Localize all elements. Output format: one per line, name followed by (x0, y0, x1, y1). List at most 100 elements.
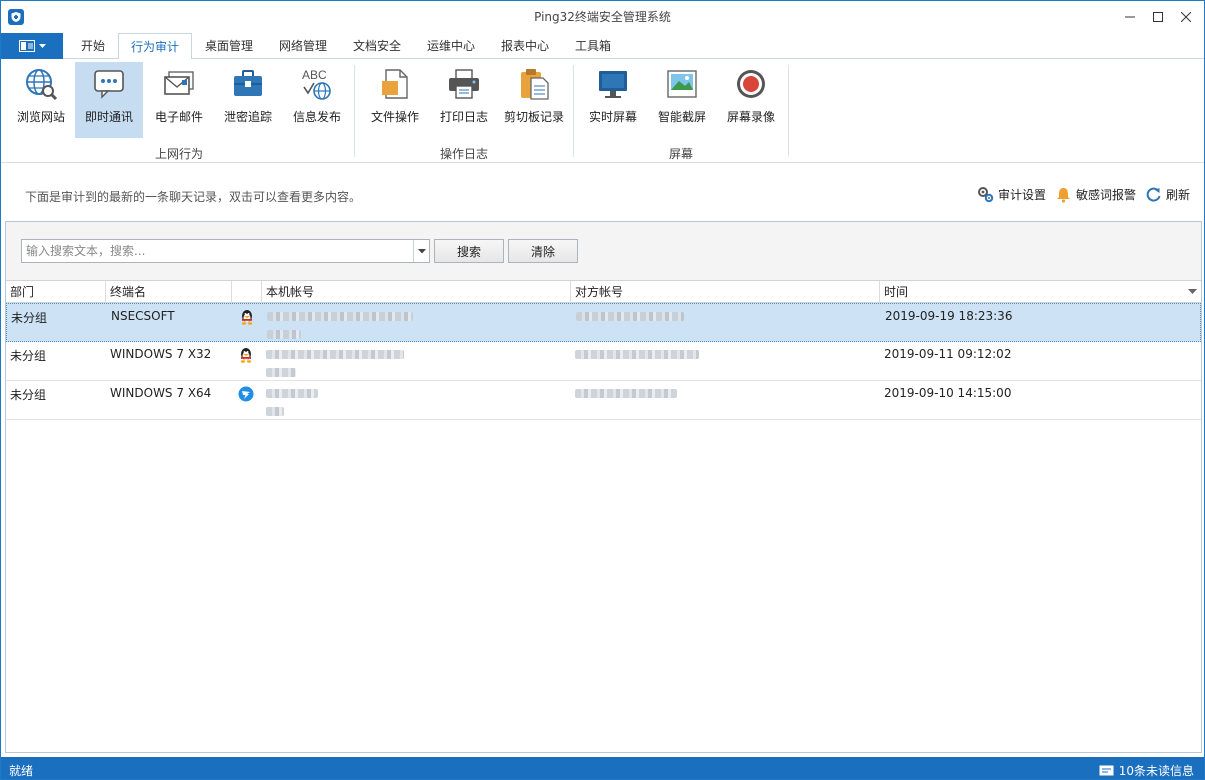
ribbon-panel: 浏览网站 即时通讯 电子邮件 泄密追踪 ABC 信息发布 上网行为 文件操作 打… (1, 59, 1204, 163)
column-header-terminal[interactable]: 终端名 (106, 281, 232, 303)
redacted-peer-account (575, 389, 677, 398)
refresh-button[interactable]: 刷新 (1145, 184, 1190, 204)
search-combobox[interactable] (21, 239, 430, 263)
audit-settings-label: 审计设置 (998, 187, 1047, 202)
tab-start[interactable]: 开始 (71, 33, 115, 59)
search-button[interactable]: 搜索 (434, 239, 504, 263)
group-label-screen: 屏幕 (668, 147, 693, 161)
clipboard-record-button[interactable]: 剪切板记录 (499, 62, 569, 138)
audit-settings-button[interactable]: 审计设置 (977, 184, 1046, 204)
browse-website-button[interactable]: 浏览网站 (7, 62, 75, 138)
column-header-time[interactable]: 时间 (880, 281, 1201, 303)
cell-department: 未分组 (10, 388, 47, 402)
clipboard-icon (516, 66, 552, 102)
redacted-local-account (266, 407, 284, 416)
minimize-button[interactable] (1116, 5, 1144, 29)
tab-behavior-audit[interactable]: 行为审计 (118, 33, 192, 60)
printer-icon (446, 66, 482, 102)
column-header-time-label: 时间 (884, 285, 909, 299)
cell-terminal: NSECSOFT (111, 309, 175, 323)
record-icon (733, 66, 769, 102)
svg-text:ABC: ABC (302, 68, 327, 82)
print-log-button[interactable]: 打印日志 (430, 62, 498, 138)
instant-messaging-button[interactable]: 即时通讯 (75, 62, 143, 138)
file-operations-label: 文件操作 (370, 110, 419, 124)
redacted-local-account (266, 350, 404, 359)
smart-screenshot-label: 智能截屏 (657, 110, 706, 124)
cell-department: 未分组 (10, 349, 47, 363)
group-label-web-behavior: 上网行为 (154, 147, 203, 161)
file-icon (377, 66, 413, 102)
browse-website-label: 浏览网站 (16, 110, 65, 124)
status-bar: 就绪 10条未读信息 (1, 757, 1204, 779)
app-menu-button[interactable] (1, 33, 63, 59)
smart-screenshot-button[interactable]: 智能截屏 (648, 62, 716, 138)
screen-recording-label: 屏幕录像 (726, 110, 775, 124)
email-button[interactable]: 电子邮件 (145, 62, 213, 138)
chat-bubble-icon (91, 66, 127, 102)
table-header: 部门 终端名 本机帐号 对方帐号 时间 (6, 281, 1201, 303)
info-publish-button[interactable]: ABC 信息发布 (283, 62, 351, 138)
clipboard-record-label: 剪切板记录 (503, 110, 564, 124)
refresh-icon (1146, 187, 1161, 202)
clear-button[interactable]: 清除 (508, 239, 578, 263)
unread-messages-button[interactable]: 10条未读信息 (1099, 762, 1194, 779)
abc-globe-icon: ABC (299, 66, 335, 102)
info-bar: 下面是审计到的最新的一条聊天记录，双击可以查看更多内容。 审计设置 敏感词报警 … (1, 163, 1204, 219)
tab-desktop-management[interactable]: 桌面管理 (195, 33, 263, 59)
tab-report-center[interactable]: 报表中心 (491, 33, 559, 59)
search-dropdown-button[interactable] (413, 240, 429, 262)
unread-messages-label: 10条未读信息 (1118, 764, 1194, 778)
cell-time: 2019-09-19 18:23:36 (885, 309, 1013, 323)
leak-tracking-button[interactable]: 泄密追踪 (214, 62, 282, 138)
window-title: Ping32终端安全管理系统 (534, 10, 671, 24)
info-hint-text: 下面是审计到的最新的一条聊天记录，双击可以查看更多内容。 (25, 190, 362, 204)
dingtalk-icon (238, 386, 254, 402)
info-publish-label: 信息发布 (292, 110, 341, 124)
email-label: 电子邮件 (154, 110, 203, 124)
message-icon (1099, 765, 1114, 776)
app-window: Ping32终端安全管理系统 开始 行为审计 桌面管理 网络管理 文档安全 运维… (0, 0, 1205, 780)
tab-ops-center[interactable]: 运维中心 (417, 33, 485, 59)
realtime-screen-button[interactable]: 实时屏幕 (579, 62, 647, 138)
column-header-department[interactable]: 部门 (6, 281, 106, 303)
redacted-local-account (266, 368, 296, 377)
status-ready-text: 就绪 (9, 764, 34, 778)
title-bar[interactable]: Ping32终端安全管理系统 (1, 1, 1204, 33)
column-header-app[interactable] (232, 281, 262, 303)
tab-document-security[interactable]: 文档安全 (343, 33, 411, 59)
redacted-local-account (267, 312, 413, 321)
ribbon-tabs: 开始 行为审计 桌面管理 网络管理 文档安全 运维中心 报表中心 工具箱 (1, 33, 1204, 60)
chevron-down-icon (417, 248, 426, 253)
column-header-peer-account[interactable]: 对方帐号 (571, 281, 880, 303)
file-operations-button[interactable]: 文件操作 (361, 62, 429, 138)
sensitive-word-alert-button[interactable]: 敏感词报警 (1055, 184, 1136, 204)
monitor-icon (595, 66, 631, 102)
realtime-screen-label: 实时屏幕 (588, 110, 637, 124)
screen-recording-button[interactable]: 屏幕录像 (717, 62, 785, 138)
globe-search-icon (23, 66, 59, 102)
refresh-label: 刷新 (1166, 187, 1191, 202)
maximize-button[interactable] (1144, 5, 1172, 29)
leak-tracking-label: 泄密追踪 (223, 110, 272, 124)
close-button[interactable] (1172, 5, 1200, 29)
group-separator (573, 65, 574, 157)
bell-icon (1057, 187, 1070, 203)
search-bar: 搜索 清除 (6, 222, 1201, 281)
tab-network-management[interactable]: 网络管理 (269, 33, 337, 59)
sensitive-word-alert-label: 敏感词报警 (1076, 187, 1137, 202)
search-input[interactable] (22, 240, 414, 262)
cell-terminal: WINDOWS 7 X32 (110, 347, 212, 361)
tab-toolbox[interactable]: 工具箱 (565, 33, 621, 59)
column-header-local-account[interactable]: 本机帐号 (262, 281, 571, 303)
table-row[interactable]: 未分组 WINDOWS 7 X32 2019-09-11 09:12:02 (6, 342, 1201, 381)
qq-penguin-icon (238, 347, 254, 363)
table-row[interactable]: 未分组 NSECSOFT 2019-09-19 18:23:36 (6, 303, 1201, 342)
group-separator (788, 65, 789, 157)
table-row[interactable]: 未分组 WINDOWS 7 X64 2019-09-10 14:15:00 (6, 381, 1201, 420)
print-log-label: 打印日志 (439, 110, 488, 124)
qq-penguin-icon (239, 309, 255, 325)
group-label-operation-log: 操作日志 (439, 147, 488, 161)
app-menu-icon (18, 40, 35, 52)
cell-time: 2019-09-11 09:12:02 (884, 347, 1012, 361)
